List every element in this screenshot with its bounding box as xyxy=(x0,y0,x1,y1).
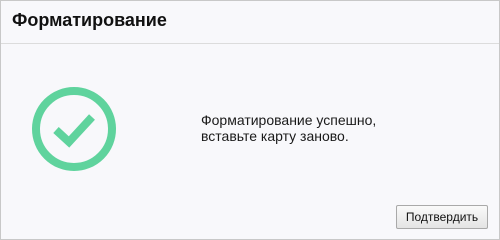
status-message: Форматирование успешно, вставьте карту з… xyxy=(201,112,376,144)
status-message-line-2: вставьте карту заново. xyxy=(201,128,349,144)
status-message-line-1: Форматирование успешно, xyxy=(201,112,377,128)
title-divider xyxy=(1,43,499,44)
dialog-title: Форматирование xyxy=(12,10,167,30)
confirm-button[interactable]: Подтвердить xyxy=(396,205,488,229)
check-circle-icon xyxy=(32,87,116,171)
dialog-title-bar: Форматирование xyxy=(1,1,499,43)
format-dialog: Форматирование Форматирование успешно, в… xyxy=(0,0,500,240)
